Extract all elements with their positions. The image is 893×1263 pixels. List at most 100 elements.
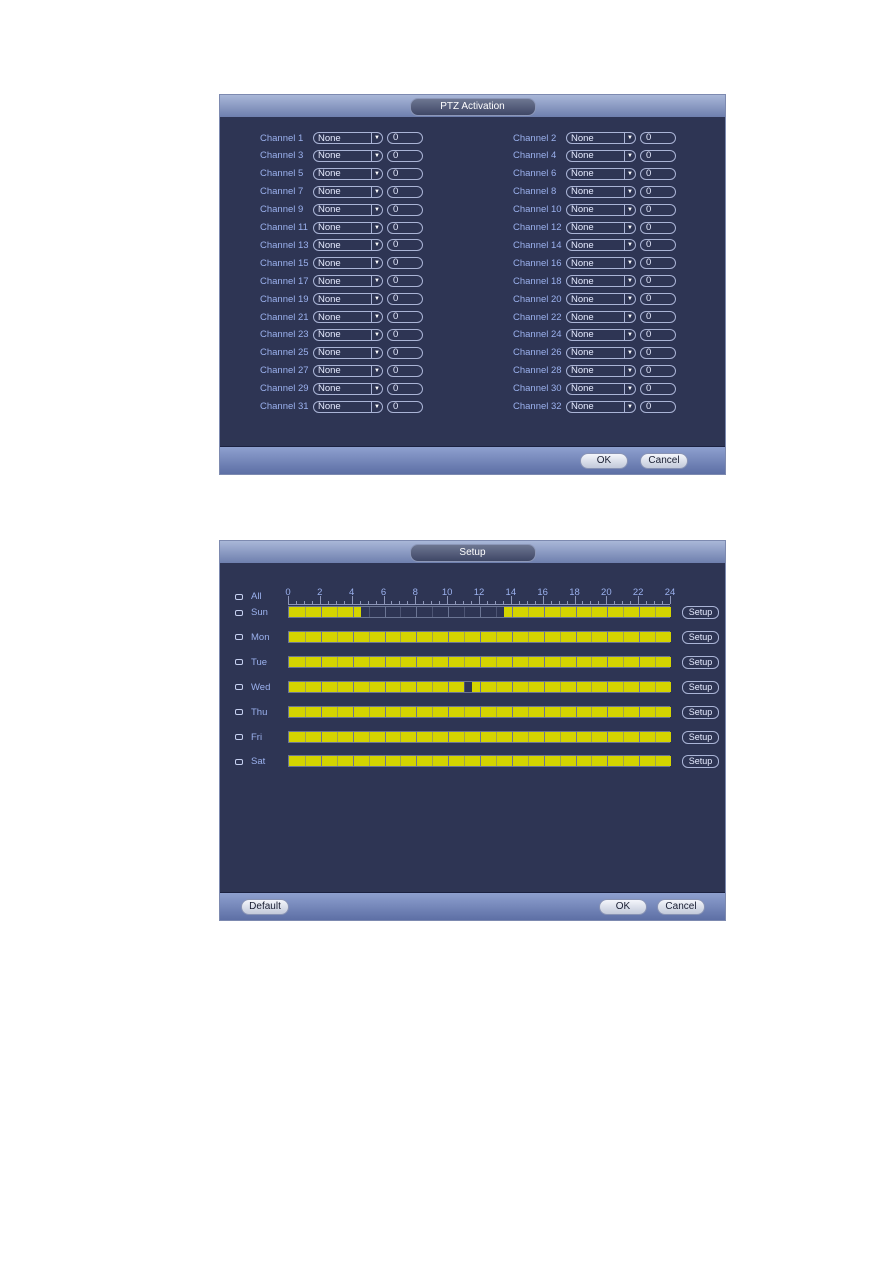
preset-number-input[interactable]: 0 xyxy=(640,328,676,341)
ptz-type-select[interactable]: None ▼ xyxy=(566,203,636,216)
checkbox-icon[interactable] xyxy=(235,659,243,666)
ptz-type-select[interactable]: None ▼ xyxy=(566,275,636,288)
ok-button[interactable]: OK xyxy=(580,453,628,469)
chevron-down-icon[interactable]: ▼ xyxy=(371,133,382,143)
preset-number-input[interactable]: 0 xyxy=(387,382,423,395)
ptz-type-select[interactable]: None ▼ xyxy=(313,328,383,341)
chevron-down-icon[interactable]: ▼ xyxy=(371,401,382,412)
checkbox-icon[interactable] xyxy=(235,684,243,691)
chevron-down-icon[interactable]: ▼ xyxy=(371,150,382,161)
ptz-type-select[interactable]: None ▼ xyxy=(566,382,636,395)
preset-number-input[interactable]: 0 xyxy=(387,185,423,198)
chevron-down-icon[interactable]: ▼ xyxy=(624,186,635,197)
day-setup-button[interactable]: Setup xyxy=(682,680,719,694)
ptz-type-select[interactable]: None ▼ xyxy=(313,239,383,252)
day-setup-button[interactable]: Setup xyxy=(682,655,719,669)
day-timeline[interactable] xyxy=(288,730,671,743)
checkbox-icon[interactable] xyxy=(235,593,243,600)
schedule-period[interactable] xyxy=(503,607,671,617)
chevron-down-icon[interactable]: ▼ xyxy=(371,347,382,358)
chevron-down-icon[interactable]: ▼ xyxy=(371,222,382,233)
ptz-type-select[interactable]: None ▼ xyxy=(313,132,383,144)
checkbox-icon[interactable] xyxy=(235,609,243,616)
day-checkbox[interactable]: Tue xyxy=(235,657,267,668)
chevron-down-icon[interactable]: ▼ xyxy=(624,329,635,340)
preset-number-input[interactable]: 0 xyxy=(640,185,676,198)
chevron-down-icon[interactable]: ▼ xyxy=(371,329,382,340)
ptz-type-select[interactable]: None ▼ xyxy=(566,311,636,323)
schedule-period[interactable] xyxy=(289,681,465,692)
preset-number-input[interactable]: 0 xyxy=(640,203,676,216)
ptz-type-select[interactable]: None ▼ xyxy=(566,328,636,341)
ptz-type-select[interactable]: None ▼ xyxy=(566,364,636,377)
preset-number-input[interactable]: 0 xyxy=(640,149,676,162)
ptz-type-select[interactable]: None ▼ xyxy=(313,293,383,306)
ptz-type-select[interactable]: None ▼ xyxy=(313,221,383,234)
ok-button[interactable]: OK xyxy=(599,899,647,915)
preset-number-input[interactable]: 0 xyxy=(640,275,676,288)
chevron-down-icon[interactable]: ▼ xyxy=(624,294,635,305)
chevron-down-icon[interactable]: ▼ xyxy=(624,258,635,269)
preset-number-input[interactable]: 0 xyxy=(387,239,423,252)
checkbox-icon[interactable] xyxy=(235,634,243,641)
preset-number-input[interactable]: 0 xyxy=(640,293,676,306)
chevron-down-icon[interactable]: ▼ xyxy=(371,168,382,179)
chevron-down-icon[interactable]: ▼ xyxy=(371,294,382,305)
preset-number-input[interactable]: 0 xyxy=(640,221,676,234)
checkbox-icon[interactable] xyxy=(235,734,243,740)
day-checkbox[interactable]: Mon xyxy=(235,632,269,643)
ptz-type-select[interactable]: None ▼ xyxy=(313,382,383,395)
chevron-down-icon[interactable]: ▼ xyxy=(624,276,635,287)
default-button[interactable]: Default xyxy=(241,899,289,915)
chevron-down-icon[interactable]: ▼ xyxy=(371,276,382,287)
day-setup-button[interactable]: Setup xyxy=(682,705,719,719)
chevron-down-icon[interactable]: ▼ xyxy=(624,168,635,179)
preset-number-input[interactable]: 0 xyxy=(640,311,676,323)
chevron-down-icon[interactable]: ▼ xyxy=(624,365,635,376)
preset-number-input[interactable]: 0 xyxy=(640,400,676,413)
ptz-type-select[interactable]: None ▼ xyxy=(566,293,636,306)
ptz-type-select[interactable]: None ▼ xyxy=(566,239,636,252)
chevron-down-icon[interactable]: ▼ xyxy=(624,401,635,412)
preset-number-input[interactable]: 0 xyxy=(387,167,423,180)
preset-number-input[interactable]: 0 xyxy=(640,239,676,252)
chevron-down-icon[interactable]: ▼ xyxy=(371,365,382,376)
ptz-type-select[interactable]: None ▼ xyxy=(313,364,383,377)
chevron-down-icon[interactable]: ▼ xyxy=(624,204,635,215)
schedule-period[interactable] xyxy=(472,681,671,692)
preset-number-input[interactable]: 0 xyxy=(640,257,676,270)
ptz-type-select[interactable]: None ▼ xyxy=(313,257,383,270)
ptz-type-select[interactable]: None ▼ xyxy=(313,203,383,216)
preset-number-input[interactable]: 0 xyxy=(387,400,423,413)
chevron-down-icon[interactable]: ▼ xyxy=(371,258,382,269)
preset-number-input[interactable]: 0 xyxy=(387,328,423,341)
ptz-type-select[interactable]: None ▼ xyxy=(313,185,383,198)
ptz-type-select[interactable]: None ▼ xyxy=(566,185,636,198)
ptz-type-select[interactable]: None ▼ xyxy=(313,149,383,162)
day-timeline[interactable] xyxy=(288,655,671,668)
ptz-type-select[interactable]: None ▼ xyxy=(566,346,636,359)
day-timeline[interactable] xyxy=(288,680,671,693)
ptz-type-select[interactable]: None ▼ xyxy=(313,167,383,180)
preset-number-input[interactable]: 0 xyxy=(387,311,423,323)
ptz-type-select[interactable]: None ▼ xyxy=(566,149,636,162)
preset-number-input[interactable]: 0 xyxy=(387,257,423,270)
chevron-down-icon[interactable]: ▼ xyxy=(624,312,635,322)
day-checkbox[interactable]: Sun xyxy=(235,607,268,618)
preset-number-input[interactable]: 0 xyxy=(387,203,423,216)
chevron-down-icon[interactable]: ▼ xyxy=(371,186,382,197)
ptz-type-select[interactable]: None ▼ xyxy=(566,167,636,180)
ptz-type-select[interactable]: None ▼ xyxy=(313,275,383,288)
day-checkbox[interactable]: Thu xyxy=(235,707,267,718)
checkbox-icon[interactable] xyxy=(235,709,243,716)
ptz-type-select[interactable]: None ▼ xyxy=(566,221,636,234)
ptz-type-select[interactable]: None ▼ xyxy=(566,132,636,144)
preset-number-input[interactable]: 0 xyxy=(387,364,423,377)
preset-number-input[interactable]: 0 xyxy=(387,149,423,162)
checkbox-icon[interactable] xyxy=(235,758,243,765)
chevron-down-icon[interactable]: ▼ xyxy=(624,150,635,161)
cancel-button[interactable]: Cancel xyxy=(640,453,688,469)
ptz-type-select[interactable]: None ▼ xyxy=(313,400,383,413)
ptz-type-select[interactable]: None ▼ xyxy=(566,257,636,270)
preset-number-input[interactable]: 0 xyxy=(387,275,423,288)
